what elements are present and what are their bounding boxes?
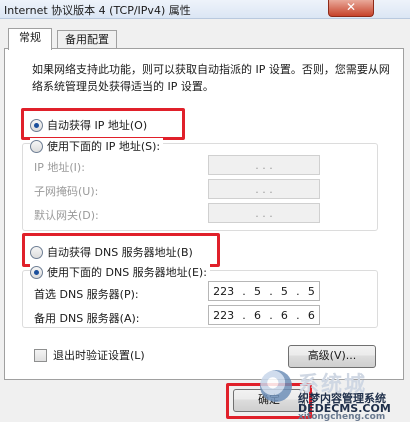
- close-button[interactable]: ✕: [328, 0, 374, 17]
- tab-general[interactable]: 常规: [8, 28, 52, 50]
- watermark-line-3: xitongcheng.com: [298, 412, 386, 422]
- preferred-dns-octet-3: 5: [280, 284, 288, 298]
- preferred-dns-label: 首选 DNS 服务器(P):: [34, 288, 139, 301]
- highlight-dns-auto: [22, 233, 220, 267]
- preferred-dns-octet-4: 5: [307, 284, 315, 298]
- alternate-dns-label: 备用 DNS 服务器(A):: [34, 312, 140, 325]
- alternate-dns-octet-1: 223: [213, 308, 235, 322]
- default-gateway-field[interactable]: . . .: [208, 203, 320, 223]
- title-bar: Internet 协议版本 4 (TCP/IPv4) 属性 ✕: [0, 0, 410, 19]
- preferred-dns-octet-2: 5: [254, 284, 261, 298]
- watermark: 系统城 织梦内容管理系统 DEDECMS.COM xitongcheng.com: [250, 368, 410, 422]
- validate-on-exit-option[interactable]: 退出时验证设置(L): [34, 347, 145, 363]
- alternate-dns-field[interactable]: 223. 6. 6. 6: [208, 305, 320, 325]
- alternate-dns-octet-2: 6: [254, 308, 261, 322]
- default-gateway-value: . . .: [255, 206, 273, 220]
- dns-manual-radio[interactable]: [30, 265, 43, 279]
- watermark-logo-icon: [260, 370, 292, 402]
- dns-manual-label: 使用下面的 DNS 服务器地址(E):: [47, 266, 207, 279]
- alternate-dns-octet-3: 6: [280, 308, 288, 322]
- ip-manual-option[interactable]: 使用下面的 IP 地址(S):: [30, 138, 164, 154]
- preferred-dns-octet-1: 223: [213, 284, 235, 298]
- advanced-button[interactable]: 高级(V)...: [288, 345, 376, 368]
- subnet-mask-label: 子网掩码(U):: [34, 185, 99, 198]
- preferred-dns-field[interactable]: 223. 5. 5. 5: [208, 281, 320, 301]
- tab-alternate-config[interactable]: 备用配置: [57, 30, 117, 49]
- description-text: 如果网络支持此功能，则可以获取自动指派的 IP 设置。否则，您需要从网络系统管理…: [32, 63, 390, 93]
- alternate-dns-octet-4: 6: [307, 308, 315, 322]
- subnet-mask-value: . . .: [255, 182, 273, 196]
- dns-manual-option[interactable]: 使用下面的 DNS 服务器地址(E):: [30, 264, 210, 280]
- ip-manual-radio[interactable]: [30, 139, 43, 153]
- ip-manual-label: 使用下面的 IP 地址(S):: [47, 140, 161, 153]
- default-gateway-label: 默认网关(D):: [34, 209, 99, 222]
- highlight-ip-auto: [21, 108, 185, 140]
- ip-address-value: . . .: [255, 158, 273, 172]
- subnet-mask-field[interactable]: . . .: [208, 179, 320, 199]
- ip-address-label: IP 地址(I):: [34, 161, 85, 174]
- validate-on-exit-label: 退出时验证设置(L): [53, 349, 145, 362]
- ip-address-field[interactable]: . . .: [208, 155, 320, 175]
- validate-on-exit-checkbox[interactable]: [34, 348, 47, 362]
- window-title: Internet 协议版本 4 (TCP/IPv4) 属性: [4, 4, 191, 17]
